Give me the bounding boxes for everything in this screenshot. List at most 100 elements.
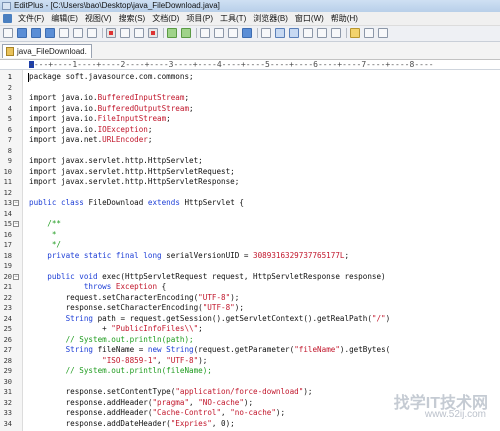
code-line[interactable]: 10 import javax.servlet.http.HttpServletR… [0,167,500,178]
code-line[interactable]: 19 [0,261,500,272]
code-line[interactable]: 28 "ISO-8859-1", "UTF-8"); [0,356,500,367]
code-token: "/" [371,313,386,323]
code-line[interactable]: 13− public class FileDownload extends Htt… [0,198,500,209]
menu-item-8[interactable]: 窗口(W) [295,12,324,25]
code-line[interactable]: 22 request.setCharacterEncoding("UTF-8")… [0,293,500,304]
code-line[interactable]: 18 private static final long serialVersi… [0,251,500,262]
fold-toggle-icon[interactable]: − [13,221,19,227]
redo-icon[interactable] [181,28,191,38]
code-line[interactable]: 27 String fileName = new String(request.… [0,345,500,356]
code-line[interactable]: 15− /** [0,219,500,230]
code-line[interactable]: 3 import java.io.BufferedInputStream; [0,93,500,104]
cut-icon[interactable] [106,28,116,38]
menu-item-9[interactable]: 帮助(H) [331,12,358,25]
code-line[interactable]: 6 import java.io.IOException; [0,125,500,136]
code-token: "UTF-8" [166,355,199,365]
help-icon[interactable] [378,28,388,38]
code-line[interactable]: 29 // System.out.println(fileName); [0,366,500,377]
menu-item-3[interactable]: 搜索(S) [119,12,146,25]
editplus-window: EditPlus - [C:\Users\bao\Desktop\java_Fi… [0,0,500,431]
ruler-text: ----+----1----+----2----+----3----+----4… [29,60,434,69]
code-line[interactable]: 11 import javax.servlet.http.HttpServletR… [0,177,500,188]
code-line[interactable]: 12 [0,188,500,199]
code-line[interactable]: 14 [0,209,500,220]
code-token: "UTF-8" [198,292,231,302]
new-file-icon[interactable] [3,28,13,38]
toolbar-separator [163,28,164,38]
save-icon[interactable] [31,28,41,38]
delete-icon[interactable] [148,28,158,38]
find-icon[interactable] [200,28,210,38]
fold-toggle-icon[interactable]: − [13,200,19,206]
code-line[interactable]: 9 import javax.servlet.http.HttpServlet; [0,156,500,167]
code-token: "Cache-Control" [152,408,222,417]
code-line[interactable]: 23 response.setCharacterEncoding("UTF-8"… [0,303,500,314]
code-line[interactable]: 20− public void exec(HttpServletRequest … [0,272,500,283]
code-line[interactable]: 21 throws Exception { [0,282,500,293]
code-token: response.addHeader( [29,408,153,417]
code-line[interactable]: 26 // System.out.println(path); [0,335,500,346]
code-line[interactable]: 7 import java.net.URLEncoder; [0,135,500,146]
menu-item-6[interactable]: 工具(T) [220,12,246,25]
goto-icon[interactable] [228,28,238,38]
code-editor[interactable]: 1 package soft.javasource.com.commons; 2 3 i… [0,70,500,431]
menu-item-0[interactable]: 文件(F) [18,12,44,25]
line-number: 14 [3,209,12,218]
code-line[interactable]: 24 String path = request.getSession().ge… [0,314,500,325]
spellcheck-icon[interactable] [87,28,97,38]
code-token: ; [189,103,194,113]
user-tool-icon[interactable] [364,28,374,38]
line-number: 10 [3,167,12,176]
line-number: 12 [3,188,12,197]
options-icon[interactable] [350,28,360,38]
line-text: import javax.servlet.http.HttpServlet; [29,156,203,167]
open-icon[interactable] [17,28,27,38]
word-wrap-icon[interactable] [261,28,271,38]
menu-item-1[interactable]: 编辑(E) [51,12,78,25]
code-token: ; [147,124,153,134]
line-number: 18 [3,251,12,260]
print-icon[interactable] [59,28,69,38]
line-text: package soft.javasource.com.commons; [29,72,194,83]
code-line[interactable]: 5 import java.io.FileInputStream; [0,114,500,125]
code-token: public void [29,271,98,281]
code-line[interactable]: 16 * [0,230,500,241]
menu-item-5[interactable]: 项目(P) [186,12,213,25]
save-all-icon[interactable] [45,28,55,38]
toolbar-separator [257,28,258,38]
line-text: import java.io.FileInputStream; [29,114,171,125]
code-line[interactable]: 1 package soft.javasource.com.commons; [0,72,500,83]
fold-toggle-icon[interactable]: − [13,273,19,280]
line-number: 28 [3,356,12,365]
document-icon[interactable] [3,14,12,23]
browser-icon[interactable] [242,28,252,38]
copy-icon[interactable] [120,28,130,38]
menu-item-7[interactable]: 浏览器(B) [253,12,288,25]
menu-item-2[interactable]: 视图(V) [85,12,112,25]
toolbar-separator [196,28,197,38]
code-line[interactable]: 25 + "PublicInfoFiles\\"; [0,324,500,335]
code-token: ; [166,114,171,123]
undo-icon[interactable] [167,28,177,38]
column-select-icon[interactable] [303,28,313,38]
line-text: "ISO-8859-1", "UTF-8"); [29,356,207,367]
paste-icon[interactable] [134,28,144,38]
tab-java-filedownload[interactable]: java_FileDownload. [2,44,92,58]
code-token: String [29,313,94,323]
hex-icon[interactable] [331,28,341,38]
code-line[interactable]: 4 import java.io.BufferedOutputStream; [0,104,500,115]
print-preview-icon[interactable] [73,28,83,38]
code-line[interactable]: 17 */ [0,240,500,251]
line-number-icon[interactable] [275,28,285,38]
code-token: (request.getParameter( [193,345,295,354]
ruler-icon[interactable] [289,28,299,38]
code-line[interactable]: 30 [0,377,500,388]
line-text: String fileName = new String(request.get… [29,345,391,356]
whitespace-icon[interactable] [317,28,327,38]
code-token: new String [147,345,194,354]
replace-icon[interactable] [214,28,224,38]
code-line[interactable]: 8 [0,146,500,157]
code-line[interactable]: 2 [0,83,500,94]
menu-item-4[interactable]: 文档(D) [152,12,179,25]
line-text: request.setCharacterEncoding("UTF-8"); [29,292,240,304]
